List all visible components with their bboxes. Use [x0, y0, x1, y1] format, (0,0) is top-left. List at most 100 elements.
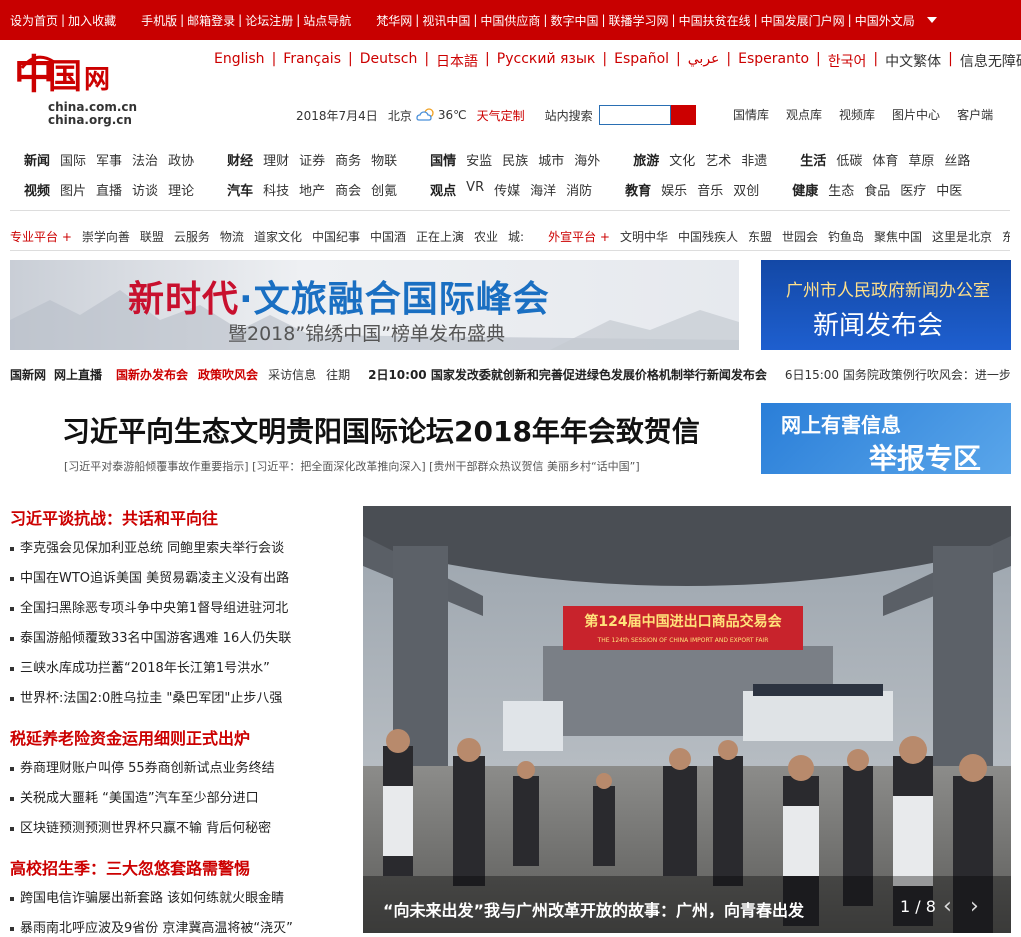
add-favorite-link[interactable]: 加入收藏	[68, 12, 116, 29]
lang-russian[interactable]: Русский язык	[497, 51, 596, 71]
set-homepage-link[interactable]: 设为首页	[10, 12, 58, 29]
site-nav-link[interactable]: 站点导航	[303, 12, 351, 29]
search-button[interactable]	[670, 105, 696, 125]
main-headline[interactable]: 习近平向生态文明贵阳国际论坛2018年年会致贺信	[62, 410, 700, 450]
ticker-news[interactable]: 6日15:00 国务院政策例行吹风会：进一步	[785, 366, 1010, 383]
section-title[interactable]: 税延养老险资金运用细则正式出炉	[10, 725, 250, 749]
forum-register-link[interactable]: 论坛注册	[245, 12, 293, 29]
partner-link[interactable]: 中国发展门户网	[761, 12, 845, 29]
prev-arrow-icon[interactable]: ‹	[943, 894, 952, 919]
nav-link[interactable]: 访谈	[132, 180, 158, 199]
nav-link[interactable]: 消防	[566, 180, 592, 199]
nav-link[interactable]: 娱乐	[661, 180, 687, 199]
guangzhou-press-banner[interactable]: 广州市人民政府新闻办公室 新闻发布会	[761, 260, 1011, 350]
platform-link[interactable]: 城:	[508, 228, 524, 245]
nav-link[interactable]: 科技	[263, 180, 289, 199]
platform-link[interactable]: 文明中华	[620, 228, 668, 245]
platform-link[interactable]: 云服务	[174, 228, 210, 245]
nav-link[interactable]: 视频	[24, 180, 50, 199]
nav-link[interactable]: 草原	[908, 150, 934, 169]
lang-traditional-chinese[interactable]: 中文繁体	[885, 51, 941, 71]
platform-link[interactable]: 东	[1002, 228, 1010, 245]
report-harmful-info-banner[interactable]: 网上有害信息 举报专区	[761, 403, 1011, 474]
next-arrow-icon[interactable]: ›	[970, 894, 979, 919]
partner-link[interactable]: 中国供应商	[480, 12, 540, 29]
platform-link[interactable]: 聚焦中国	[874, 228, 922, 245]
nav-link[interactable]: 军事	[96, 150, 122, 169]
ticker-link[interactable]: 政策吹风会	[198, 366, 258, 383]
nav-link[interactable]: 物联	[371, 150, 397, 169]
list-item[interactable]: 券商理财账户叫停 55券商创新试点业务终结	[10, 757, 275, 776]
partner-link[interactable]: 中国外文局	[855, 12, 915, 29]
nav-link[interactable]: 直播	[96, 180, 122, 199]
nav-link[interactable]: 海洋	[530, 180, 556, 199]
list-item[interactable]: 三峡水库成功拦蓄“2018年长江第1号洪水”	[10, 657, 270, 676]
nav-link[interactable]: 创氪	[371, 180, 397, 199]
nav-link[interactable]: 海外	[574, 150, 600, 169]
lang-esperanto[interactable]: Esperanto	[738, 51, 809, 71]
ticker-news[interactable]: 2日10:00 国家发改委就创新和完善促进绿色发展价格机制举行新闻发布会	[368, 366, 767, 383]
lang-german[interactable]: Deutsch	[360, 51, 418, 71]
nav-link[interactable]: 艺术	[705, 150, 731, 169]
nav-link[interactable]: 安监	[466, 150, 492, 169]
nav-link[interactable]: 非遗	[741, 150, 767, 169]
ticker-link[interactable]: 国新办发布会	[116, 366, 188, 383]
nav-link[interactable]: 政协	[168, 150, 194, 169]
nav-link[interactable]: 丝路	[944, 150, 970, 169]
platform-link[interactable]: 正在上演	[416, 228, 464, 245]
nav-link[interactable]: 城市	[538, 150, 564, 169]
lang-spanish[interactable]: Español	[614, 51, 669, 71]
nav-link[interactable]: 财经	[227, 150, 253, 169]
list-item[interactable]: 跨国电信诈骗屡出新套路 该如何练就火眼金睛	[10, 887, 284, 906]
nav-link[interactable]: 中医	[936, 180, 962, 199]
ext-platform-label[interactable]: 外宣平台 +	[548, 228, 610, 245]
nav-link[interactable]: 食品	[864, 180, 890, 199]
platform-link[interactable]: 世园会	[782, 228, 818, 245]
partner-link[interactable]: 梵华网	[376, 12, 412, 29]
mobile-link[interactable]: 手机版	[141, 12, 177, 29]
platform-link[interactable]: 这里是北京	[932, 228, 992, 245]
lang-arabic[interactable]: عربي	[688, 51, 720, 71]
featured-photo[interactable]: 第124届中国进出口商品交易会 THE 124th SESSION OF CHI…	[363, 506, 1011, 933]
nav-link[interactable]: 民族	[502, 150, 528, 169]
nav-link[interactable]: 图片	[60, 180, 86, 199]
lang-french[interactable]: Français	[283, 51, 341, 71]
nav-link[interactable]: 教育	[625, 180, 651, 199]
nav-link[interactable]: 文化	[669, 150, 695, 169]
nav-link[interactable]: 传媒	[494, 180, 520, 199]
ticker-link[interactable]: 国新网	[10, 366, 46, 383]
list-item[interactable]: 全国扫黑除恶专项斗争中央第1督导组进驻河北	[10, 597, 288, 616]
platform-link[interactable]: 联盟	[140, 228, 164, 245]
platform-link[interactable]: 中国纪事	[312, 228, 360, 245]
search-input[interactable]	[598, 105, 671, 125]
platform-link[interactable]: 崇学向善	[82, 228, 130, 245]
list-item[interactable]: 区块链预测预测世界杯只赢不输 背后何秘密	[10, 817, 271, 836]
platform-link[interactable]: 钓鱼岛	[828, 228, 864, 245]
ticker-link[interactable]: 往期	[326, 366, 350, 383]
lib-link[interactable]: 客户端	[957, 106, 993, 123]
nav-link[interactable]: 旅游	[633, 150, 659, 169]
nav-link[interactable]: 双创	[733, 180, 759, 199]
partner-link[interactable]: 数字中国	[550, 12, 598, 29]
nav-link[interactable]: 音乐	[697, 180, 723, 199]
ticker-link[interactable]: 网上直播	[54, 366, 102, 383]
partner-link[interactable]: 联播学习网	[609, 12, 669, 29]
photo-caption[interactable]: “向未来出发”我与广州改革开放的故事：广州，向青春出发	[383, 897, 804, 921]
platform-link[interactable]: 物流	[220, 228, 244, 245]
nav-link[interactable]: 商务	[335, 150, 361, 169]
lang-english[interactable]: English	[214, 51, 265, 71]
nav-link[interactable]: 医疗	[900, 180, 926, 199]
list-item[interactable]: 关税成大噩耗 “美国造”汽车至少部分进口	[10, 787, 259, 806]
nav-link[interactable]: 观点	[430, 180, 456, 199]
china-net-logo[interactable]: 中 国 网 china.com.cn china.org.cn	[14, 48, 137, 128]
nav-link[interactable]: 理财	[263, 150, 289, 169]
lib-link[interactable]: 图片中心	[892, 106, 940, 123]
platform-link[interactable]: 道家文化	[254, 228, 302, 245]
lib-link[interactable]: 观点库	[786, 106, 822, 123]
nav-link[interactable]: 理论	[168, 180, 194, 199]
platform-link[interactable]: 中国酒	[370, 228, 406, 245]
nav-link[interactable]: 体育	[872, 150, 898, 169]
nav-link[interactable]: 低碳	[836, 150, 862, 169]
list-item[interactable]: 世界杯:法国2:0胜乌拉圭 "桑巴军团"止步八强	[10, 687, 282, 706]
lib-link[interactable]: 视频库	[839, 106, 875, 123]
